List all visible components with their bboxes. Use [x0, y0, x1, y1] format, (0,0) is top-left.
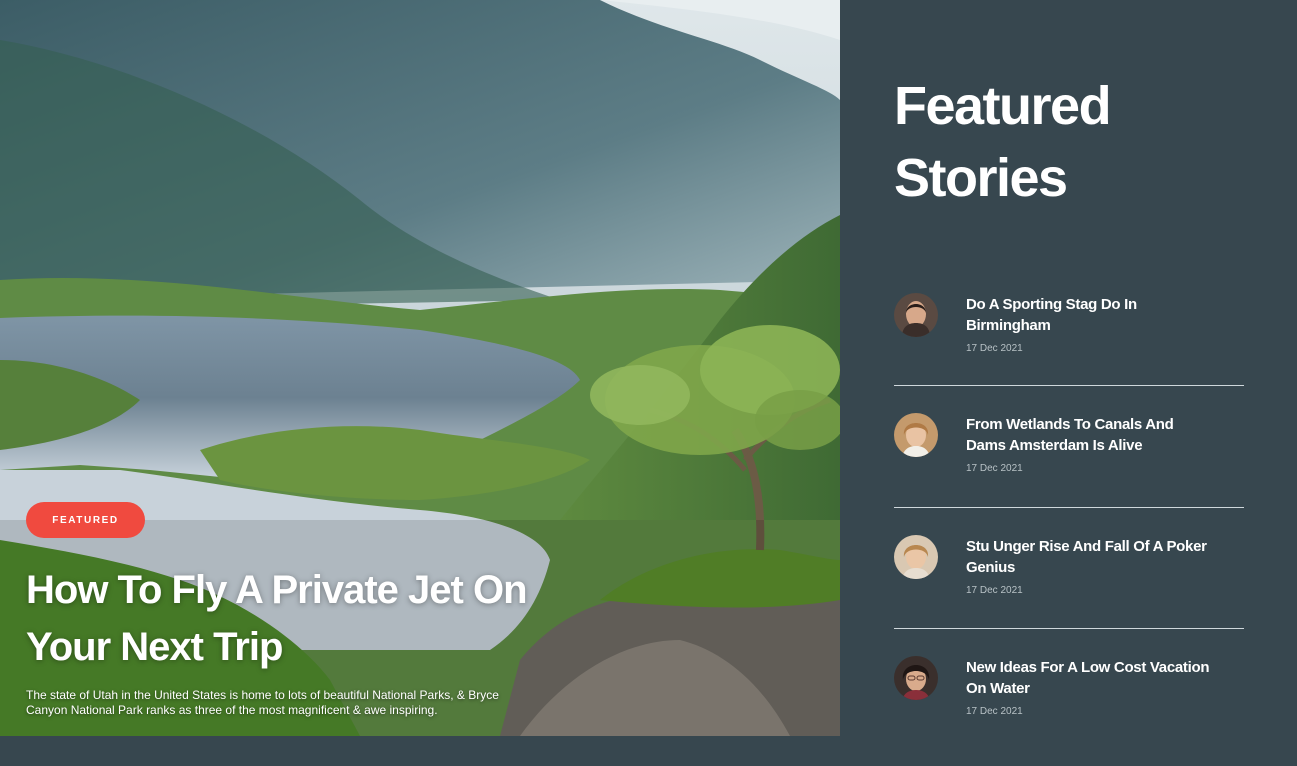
featured-stories-sidebar: Featured Stories Do A Sporting Stag Do I…: [840, 0, 1297, 736]
featured-badge[interactable]: FEATURED: [26, 502, 145, 538]
avatar: [894, 413, 938, 457]
story-headline[interactable]: From Wetlands To Canals And Dams Amsterd…: [966, 414, 1216, 456]
story-date: 17 Dec 2021: [966, 343, 1023, 354]
sidebar-title: Featured Stories: [894, 76, 1112, 208]
divider: [894, 507, 1244, 508]
story-date: 17 Dec 2021: [966, 463, 1023, 474]
avatar: [894, 293, 938, 337]
divider: [894, 628, 1244, 629]
story-item[interactable]: Do A Sporting Stag Do In Birmingham 17 D…: [894, 293, 1244, 403]
avatar: [894, 535, 938, 579]
hero-title[interactable]: How To Fly A Private Jet On Your Next Tr…: [26, 562, 546, 676]
hero-description: The state of Utah in the United States i…: [26, 688, 499, 717]
avatar: [894, 656, 938, 700]
story-headline[interactable]: Stu Unger Rise And Fall Of A Poker Geniu…: [966, 536, 1216, 578]
story-headline[interactable]: Do A Sporting Stag Do In Birmingham: [966, 294, 1216, 336]
story-item[interactable]: New Ideas For A Low Cost Vacation On Wat…: [894, 656, 1244, 766]
story-headline[interactable]: New Ideas For A Low Cost Vacation On Wat…: [966, 657, 1216, 699]
story-date: 17 Dec 2021: [966, 585, 1023, 596]
story-date: 17 Dec 2021: [966, 706, 1023, 717]
divider: [894, 385, 1244, 386]
hero-section[interactable]: FEATURED How To Fly A Private Jet On You…: [0, 0, 840, 736]
